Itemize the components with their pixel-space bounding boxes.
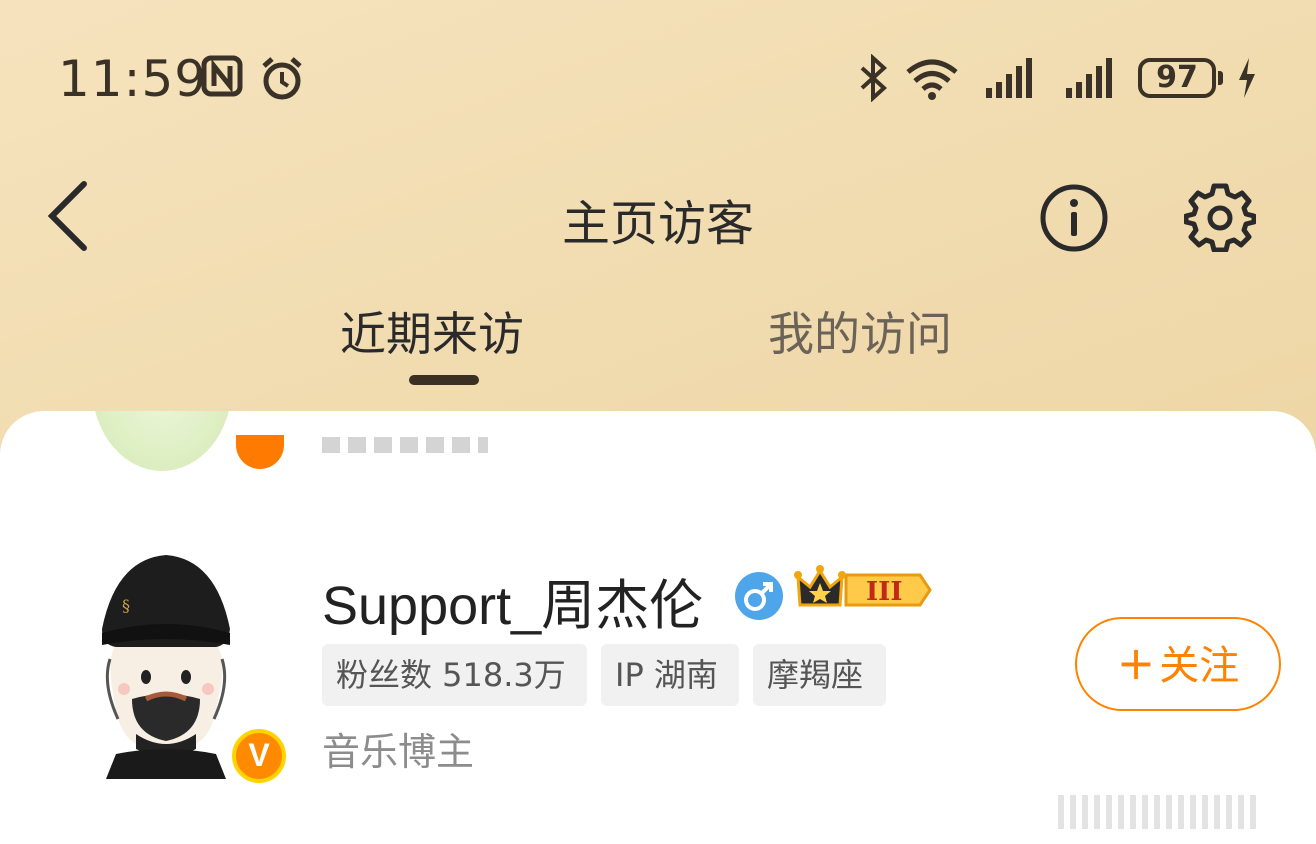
list-item-cut-off <box>322 437 488 453</box>
vip-level-text: III <box>866 577 903 607</box>
user-category: 音乐博主 <box>322 730 475 774</box>
wifi-icon <box>904 54 960 106</box>
battery-indicator: 97 <box>1138 58 1223 98</box>
vip-level-badge: III <box>794 565 934 619</box>
svg-text:§: § <box>122 596 130 615</box>
scroll-indicator <box>1058 795 1258 829</box>
username[interactable]: Support_周杰伦 <box>322 561 703 640</box>
charging-icon <box>1236 54 1258 106</box>
signal-icon <box>1064 54 1120 106</box>
tab-my-visits[interactable]: 我的访问 <box>768 298 952 364</box>
nfc-icon <box>200 54 244 102</box>
plus-icon: + <box>1116 636 1156 690</box>
male-icon <box>734 571 784 625</box>
zodiac-chip: 摩羯座 <box>753 644 886 706</box>
verified-badge-icon <box>236 435 284 469</box>
visitor-list[interactable]: § V Support_周杰伦 III 粉丝数 518.3万 IP 湖南 摩羯座… <box>0 411 1316 844</box>
follow-label: 关注 <box>1159 643 1240 689</box>
page-title: 主页访客 <box>561 196 754 252</box>
tab-indicator <box>409 375 479 385</box>
gear-icon[interactable] <box>1183 180 1257 256</box>
info-icon[interactable] <box>1038 182 1110 258</box>
avatar[interactable] <box>92 411 232 471</box>
alarm-icon <box>258 54 306 106</box>
tab-bar: 近期来访 我的访问 <box>0 298 1316 398</box>
ip-location-chip: IP 湖南 <box>601 644 739 706</box>
follow-button[interactable]: + 关注 <box>1075 617 1281 711</box>
avatar[interactable]: § <box>96 549 236 779</box>
header: 主页访客 <box>0 170 1316 260</box>
status-time: 11:59 <box>58 50 208 108</box>
fans-count-chip: 粉丝数 518.3万 <box>322 644 587 706</box>
bluetooth-icon <box>856 53 890 106</box>
verified-badge-icon: V <box>232 729 286 783</box>
tab-recent-visitors[interactable]: 近期来访 <box>340 298 524 364</box>
signal-icon <box>984 54 1040 106</box>
status-bar: 11:59 97 <box>0 44 1316 114</box>
